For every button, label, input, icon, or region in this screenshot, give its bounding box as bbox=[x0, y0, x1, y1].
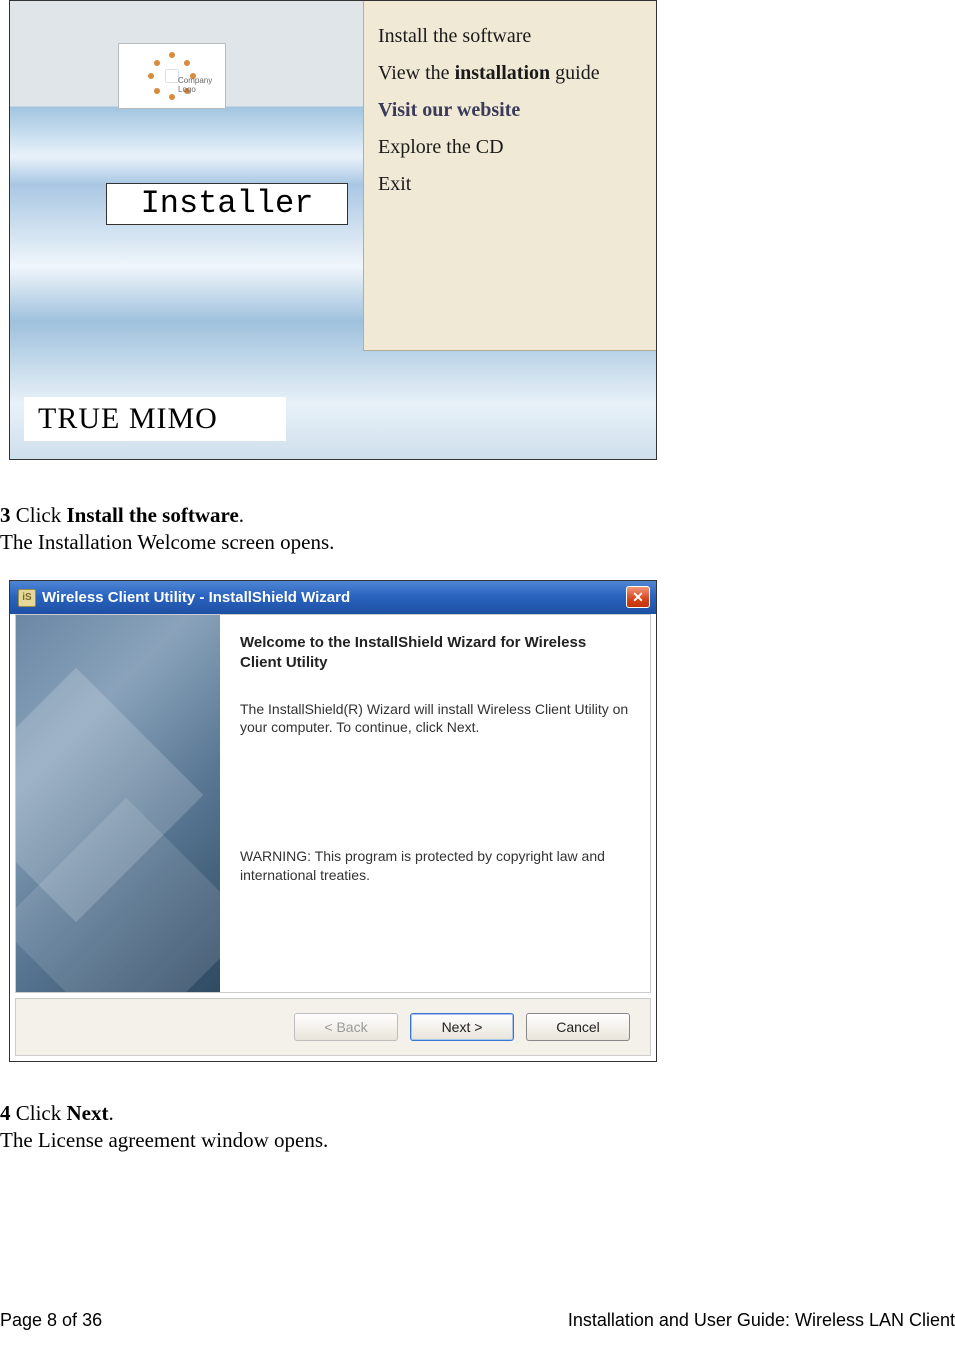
step-4-pre: Click bbox=[11, 1101, 67, 1125]
step-3-number: 3 bbox=[0, 503, 11, 527]
wizard-button-bar: < Back Next > Cancel bbox=[15, 998, 651, 1056]
wizard-banner-image bbox=[16, 615, 220, 992]
menu-view-guide-bold: installation bbox=[455, 62, 551, 84]
wizard-content: Welcome to the InstallShield Wizard for … bbox=[220, 615, 650, 992]
page-footer: Page 8 of 36 Installation and User Guide… bbox=[0, 1310, 955, 1331]
step-4-post: . bbox=[108, 1101, 113, 1125]
menu-view-guide-post: guide bbox=[550, 62, 599, 84]
logo-icon: Company Logo bbox=[148, 52, 196, 100]
dialog-title: Wireless Client Utility - InstallShield … bbox=[42, 589, 350, 606]
autorun-menu: Install the software View the installati… bbox=[363, 1, 656, 351]
wizard-heading: Welcome to the InstallShield Wizard for … bbox=[240, 633, 630, 674]
dialog-titlebar: iS Wireless Client Utility - InstallShie… bbox=[10, 581, 656, 614]
step-4-line2: The License agreement window opens. bbox=[0, 1127, 800, 1154]
step-4-number: 4 bbox=[0, 1101, 11, 1125]
menu-visit-pre: Visit bbox=[378, 99, 422, 121]
step-3-pre: Click bbox=[11, 503, 67, 527]
step-3-text: 3 Click Install the software. The Instal… bbox=[0, 502, 800, 557]
installshield-icon: iS bbox=[18, 589, 36, 607]
wizard-paragraph-1: The InstallShield(R) Wizard will install… bbox=[240, 700, 630, 738]
step-3-bold: Install the software bbox=[67, 503, 239, 527]
step-3-line2: The Installation Welcome screen opens. bbox=[0, 529, 800, 556]
close-icon: ✕ bbox=[632, 589, 644, 606]
menu-visit-website[interactable]: Visit our website bbox=[378, 99, 642, 122]
wizard-paragraph-2: WARNING: This program is protected by co… bbox=[240, 847, 630, 885]
menu-visit-bold: our website bbox=[422, 99, 520, 121]
installer-label: Installer bbox=[106, 183, 348, 225]
installshield-wizard-dialog: iS Wireless Client Utility - InstallShie… bbox=[9, 580, 657, 1062]
step-4-text: 4 Click Next. The License agreement wind… bbox=[0, 1100, 800, 1155]
footer-doc-title: Installation and User Guide: Wireless LA… bbox=[568, 1310, 955, 1331]
true-mimo-label: TRUE MIMO bbox=[24, 397, 286, 441]
footer-page-number: Page 8 of 36 bbox=[0, 1310, 102, 1331]
menu-install-software[interactable]: Install the software bbox=[378, 25, 642, 48]
menu-exit[interactable]: Exit bbox=[378, 173, 642, 196]
next-button[interactable]: Next > bbox=[410, 1013, 514, 1041]
step-4-bold: Next bbox=[67, 1101, 109, 1125]
wizard-body: Welcome to the InstallShield Wizard for … bbox=[15, 614, 651, 993]
cancel-button[interactable]: Cancel bbox=[526, 1013, 630, 1041]
company-logo: Company Logo bbox=[118, 43, 226, 109]
menu-view-guide-pre: View the bbox=[378, 62, 455, 84]
logo-text: Company Logo bbox=[178, 76, 212, 94]
installer-autorun-screenshot: Company Logo Installer TRUE MIMO Install… bbox=[9, 0, 657, 460]
menu-view-guide[interactable]: View the installation guide bbox=[378, 62, 642, 85]
step-3-post: . bbox=[239, 503, 244, 527]
menu-explore-cd[interactable]: Explore the CD bbox=[378, 136, 642, 159]
back-button: < Back bbox=[294, 1013, 398, 1041]
close-button[interactable]: ✕ bbox=[626, 586, 650, 608]
